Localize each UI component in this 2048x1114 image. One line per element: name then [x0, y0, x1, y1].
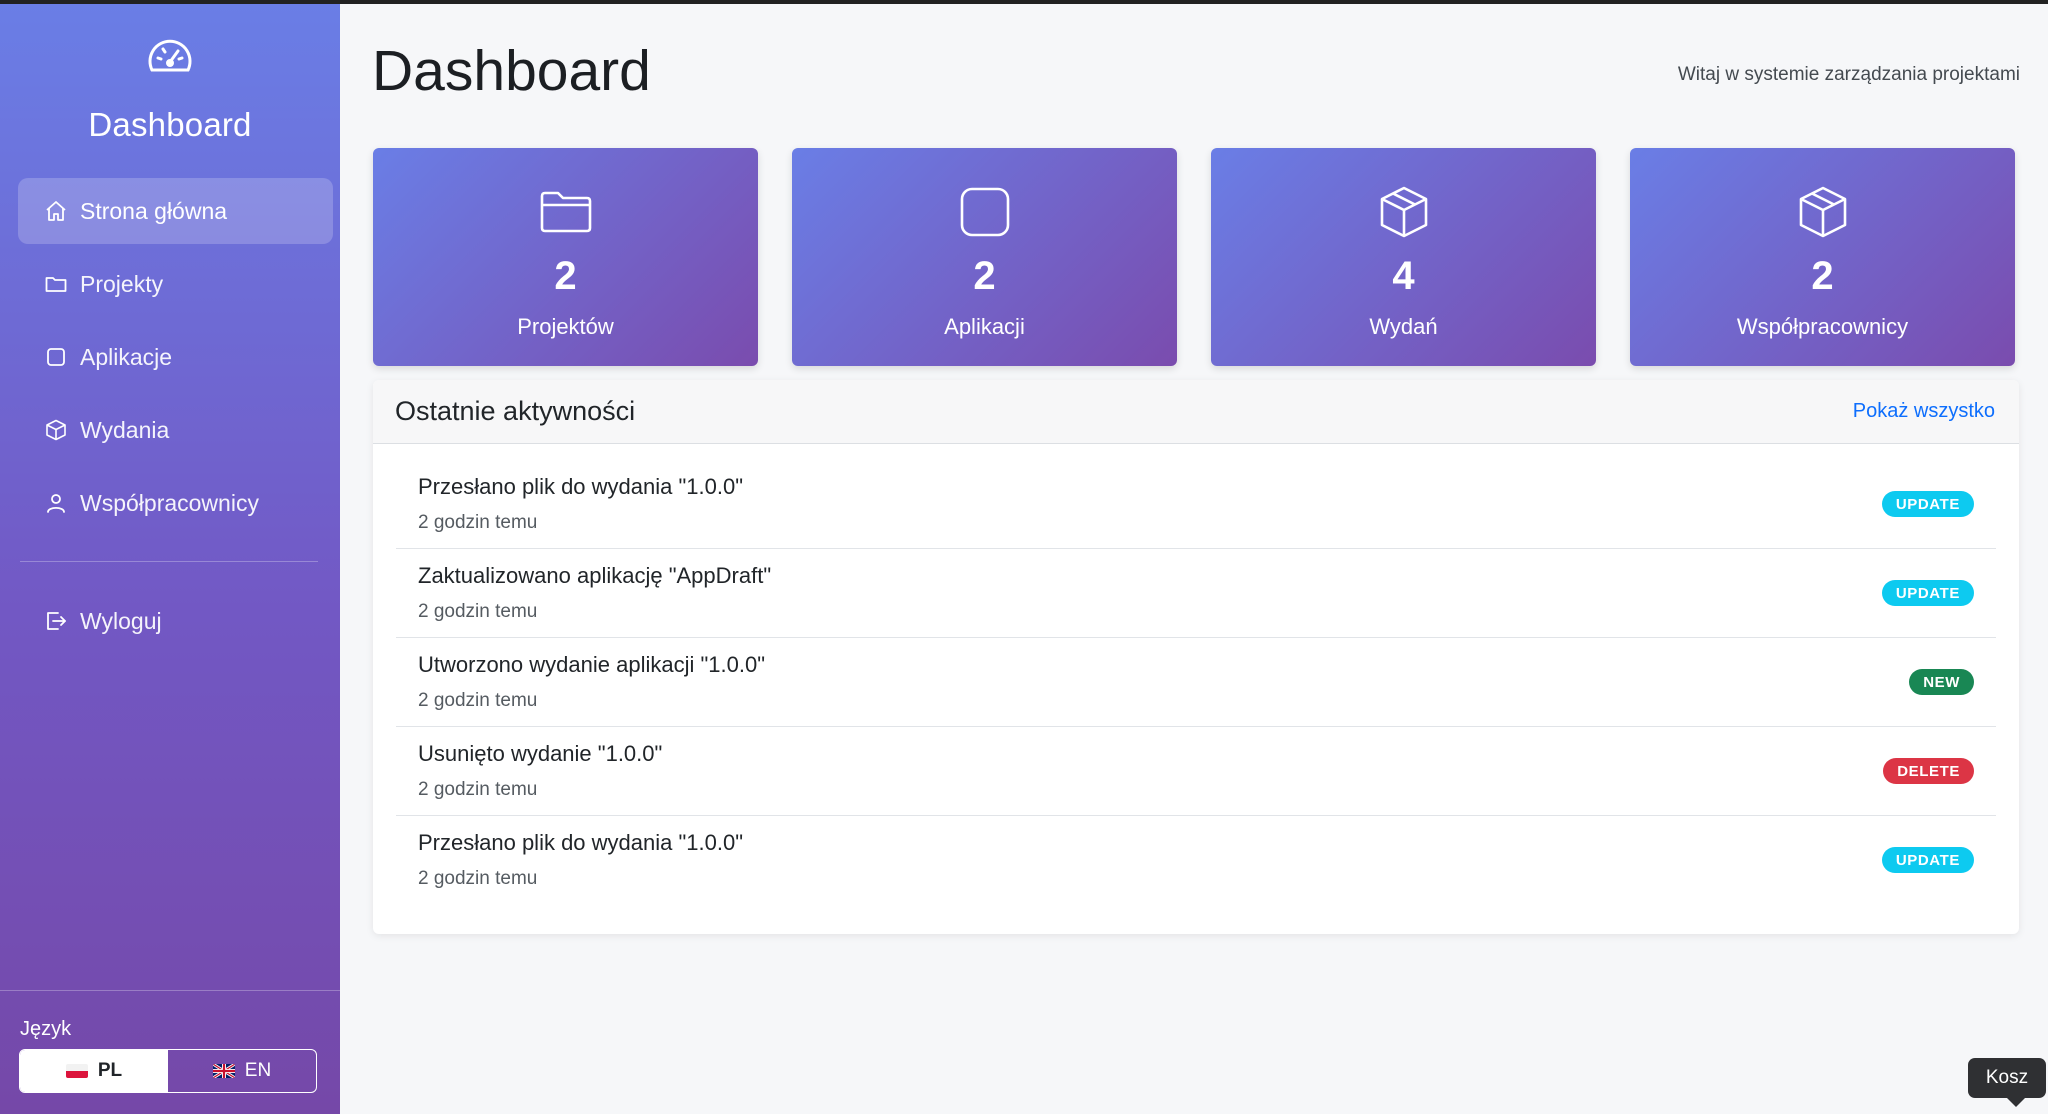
stat-card-applications[interactable]: 2 Aplikacji: [792, 148, 1177, 366]
box-icon: [1799, 186, 1846, 238]
status-badge: NEW: [1909, 669, 1974, 695]
sidebar-item-applications[interactable]: Aplikacje: [18, 324, 333, 390]
language-divider: [0, 990, 340, 991]
window-top-edge: [0, 0, 2048, 4]
folder-icon: [540, 191, 591, 233]
list-item[interactable]: Przesłano plik do wydania "1.0.0" 2 godz…: [396, 460, 1996, 549]
language-pl-label: PL: [97, 1060, 123, 1081]
brand: Dashboard: [0, 38, 340, 144]
activity-list: Przesłano plik do wydania "1.0.0" 2 godz…: [373, 444, 2019, 905]
language-label: Język: [20, 1018, 72, 1040]
activity-time: 2 godzin temu: [418, 512, 538, 533]
activity-title: Przesłano plik do wydania "1.0.0": [418, 474, 744, 499]
folder-icon: [45, 277, 67, 292]
trash-tooltip: Kosz: [1968, 1058, 2046, 1107]
activity-time: 2 godzin temu: [418, 868, 538, 889]
sidebar-item-home[interactable]: Strona główna: [18, 178, 333, 244]
stat-label: Projektów: [517, 314, 614, 339]
stat-card-collaborators[interactable]: 2 Współpracownicy: [1630, 148, 2015, 366]
sidebar-item-releases[interactable]: Wydania: [18, 397, 333, 463]
language-en-button[interactable]: EN: [168, 1050, 316, 1092]
sidebar-item-label: Współpracownicy: [80, 489, 259, 516]
app: Dashboard Strona główna Projekty Aplikac…: [0, 0, 2048, 1114]
status-badge: UPDATE: [1881, 491, 1974, 517]
box-icon: [46, 419, 66, 441]
stat-card-releases[interactable]: 4 Wydań: [1211, 148, 1596, 366]
panel-header: Ostatnie aktywności Pokaż wszystko: [373, 380, 2019, 444]
list-item[interactable]: Utworzono wydanie aplikacji "1.0.0" 2 go…: [396, 638, 1996, 727]
stat-value: 2: [554, 254, 577, 298]
sidebar-nav: Strona główna Projekty Aplikacje Wydania: [18, 178, 333, 543]
language-en-label: EN: [244, 1060, 272, 1081]
stat-value: 2: [973, 254, 996, 298]
show-all-link[interactable]: Pokaż wszystko: [1853, 400, 1995, 423]
stat-card-projects[interactable]: 2 Projektów: [373, 148, 758, 366]
person-icon: [47, 494, 65, 513]
stat-value: 2: [1811, 254, 1834, 298]
sidebar-item-collaborators[interactable]: Współpracownicy: [18, 470, 333, 536]
activity-title: Usunięto wydanie "1.0.0": [418, 741, 663, 766]
stats-cards: 2 Projektów 2 Aplikacji 4 Wydań 2 Współp…: [373, 148, 2015, 366]
activity-time: 2 godzin temu: [418, 779, 538, 800]
square-icon: [47, 348, 65, 366]
sidebar-item-label: Wydania: [80, 416, 170, 443]
activity-time: 2 godzin temu: [418, 690, 538, 711]
logout-icon: [47, 612, 66, 630]
language-switch: PL EN: [19, 1049, 317, 1093]
list-item[interactable]: Zaktualizowano aplikację "AppDraft" 2 go…: [396, 549, 1996, 638]
page-title: Dashboard: [372, 39, 651, 103]
status-badge: UPDATE: [1881, 847, 1974, 873]
panel-title: Ostatnie aktywności: [395, 396, 636, 426]
stat-label: Współpracownicy: [1736, 314, 1909, 339]
sidebar-item-label: Strona główna: [80, 197, 228, 224]
poland-flag-icon: [65, 1064, 88, 1078]
sidebar-item-label: Aplikacje: [80, 343, 173, 370]
language-pl-button[interactable]: PL: [20, 1050, 168, 1092]
sidebar-item-projects[interactable]: Projekty: [18, 251, 333, 317]
main-content: Dashboard Witaj w systemie zarządzania p…: [340, 0, 2048, 1114]
logout-label: Wyloguj: [80, 607, 162, 634]
stat-label: Wydań: [1369, 314, 1438, 339]
list-item[interactable]: Usunięto wydanie "1.0.0" 2 godzin temu D…: [396, 727, 1996, 816]
brand-title: Dashboard: [88, 106, 252, 143]
welcome-text: Witaj w systemie zarządzania projektami: [1677, 64, 2020, 85]
activity-title: Zaktualizowano aplikację "AppDraft": [418, 563, 772, 588]
activity-time: 2 godzin temu: [418, 601, 538, 622]
logout-section: Wyloguj: [18, 588, 333, 661]
list-item[interactable]: Przesłano plik do wydania "1.0.0" 2 godz…: [396, 816, 1996, 905]
status-badge: UPDATE: [1881, 580, 1974, 606]
status-badge: DELETE: [1883, 758, 1974, 784]
recent-activities-panel: Ostatnie aktywności Pokaż wszystko Przes…: [373, 380, 2019, 934]
activity-title: Przesłano plik do wydania "1.0.0": [418, 830, 744, 855]
home-icon: [46, 201, 66, 221]
uk-flag-icon: [212, 1064, 235, 1078]
stat-value: 4: [1392, 254, 1415, 298]
square-icon: [960, 187, 1009, 237]
nav-divider: [20, 561, 318, 562]
logout-button[interactable]: Wyloguj: [18, 588, 333, 654]
stat-label: Aplikacji: [944, 314, 1025, 339]
speedometer-icon: [148, 39, 192, 72]
sidebar: Dashboard Strona główna Projekty Aplikac…: [0, 0, 340, 1114]
sidebar-item-label: Projekty: [80, 270, 164, 297]
activity-title: Utworzono wydanie aplikacji "1.0.0": [418, 652, 766, 677]
box-icon: [1380, 186, 1427, 238]
